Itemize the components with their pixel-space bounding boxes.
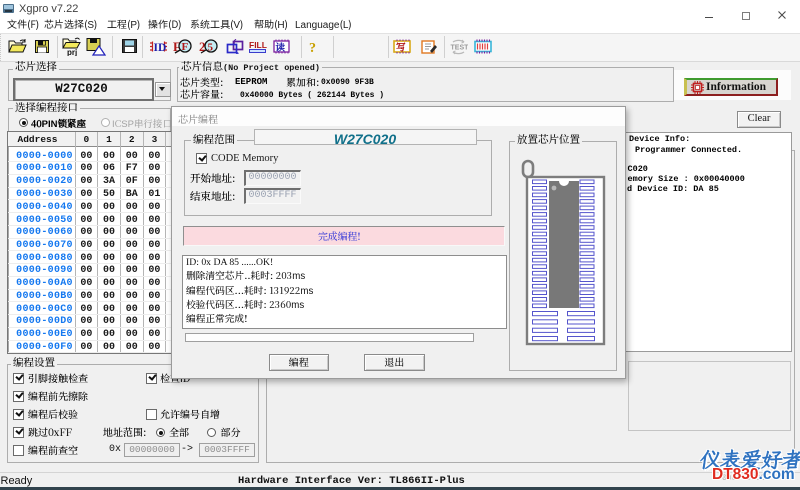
svg-text:prj: prj bbox=[67, 48, 77, 56]
svg-text:?: ? bbox=[309, 41, 316, 54]
svg-text:写: 写 bbox=[396, 40, 406, 54]
svg-text:5: 5 bbox=[208, 42, 214, 54]
svg-text:TEST: TEST bbox=[451, 45, 469, 52]
svg-text:FILL: FILL bbox=[249, 40, 267, 50]
svg-text:ID: ID bbox=[154, 42, 167, 53]
svg-text:读: 读 bbox=[275, 40, 286, 54]
svg-text:F: F bbox=[182, 41, 189, 53]
